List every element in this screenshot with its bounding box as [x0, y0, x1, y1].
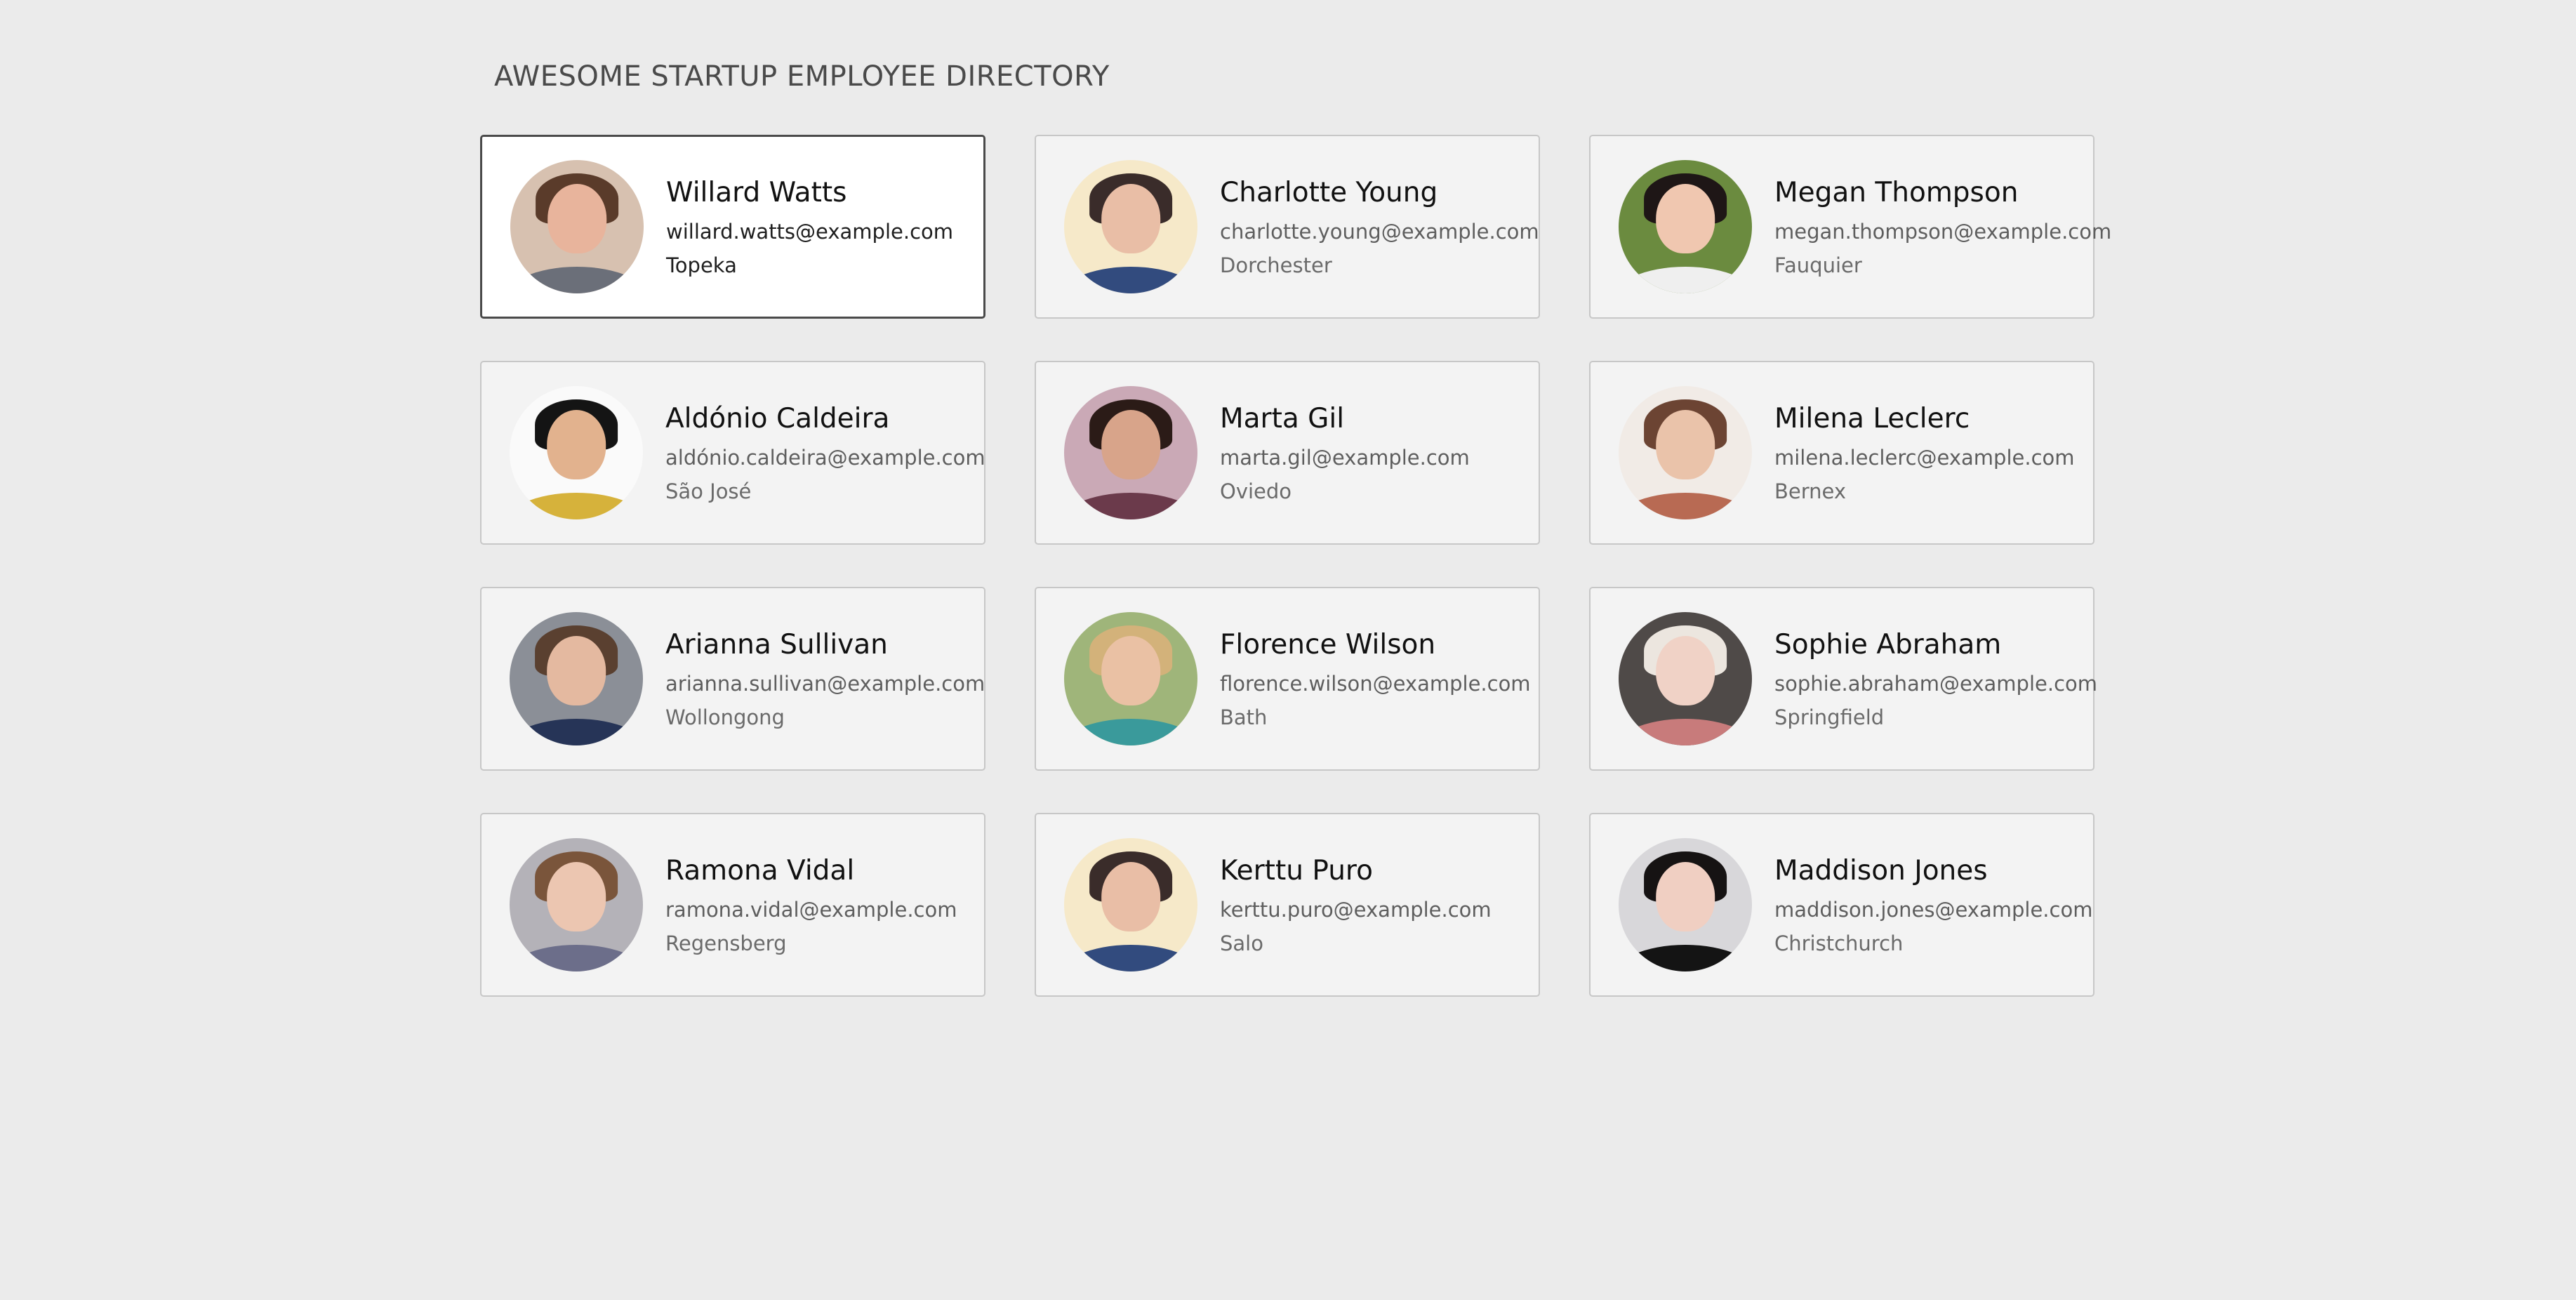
- employee-card[interactable]: Florence Wilson florence.wilson@example.…: [1035, 587, 1540, 771]
- avatar-face: [1656, 862, 1715, 931]
- employee-info: Marta Gil marta.gil@example.com Oviedo: [1220, 403, 1470, 503]
- avatar-shirt: [1064, 493, 1197, 519]
- avatar: [1619, 386, 1752, 519]
- employee-name: Arianna Sullivan: [665, 628, 888, 661]
- employee-city: Oviedo: [1220, 479, 1292, 503]
- avatar: [1064, 386, 1197, 519]
- employee-name: Aldónio Caldeira: [665, 402, 890, 435]
- avatar-shirt: [1619, 945, 1752, 971]
- employee-name: Megan Thompson: [1774, 176, 2019, 208]
- employee-city: Bath: [1220, 705, 1268, 729]
- avatar-face: [1101, 636, 1160, 705]
- employee-card[interactable]: Aldónio Caldeira aldónio.caldeira@exampl…: [480, 361, 985, 545]
- employee-info: Charlotte Young charlotte.young@example.…: [1220, 177, 1539, 277]
- avatar-shirt: [1064, 719, 1197, 745]
- avatar: [1064, 160, 1197, 293]
- avatar-shirt: [1064, 267, 1197, 293]
- employee-city: São José: [665, 479, 752, 503]
- employee-email: milena.leclerc@example.com: [1774, 445, 2075, 470]
- avatar: [510, 838, 643, 971]
- employee-card[interactable]: Sophie Abraham sophie.abraham@example.co…: [1589, 587, 2097, 771]
- employee-card[interactable]: Megan Thompson megan.thompson@example.co…: [1589, 135, 2111, 319]
- employee-name: Milena Leclerc: [1774, 402, 1970, 435]
- employee-city: Topeka: [666, 253, 737, 277]
- employee-email: megan.thompson@example.com: [1774, 219, 2112, 244]
- employee-email: marta.gil@example.com: [1220, 445, 1470, 470]
- employee-email: sophie.abraham@example.com: [1774, 671, 2098, 696]
- avatar-face: [1656, 410, 1715, 479]
- employee-info: Milena Leclerc milena.leclerc@example.co…: [1774, 403, 2075, 503]
- employee-info: Sophie Abraham sophie.abraham@example.co…: [1774, 629, 2097, 729]
- employee-info: Arianna Sullivan arianna.sullivan@exampl…: [665, 629, 985, 729]
- avatar-shirt: [1619, 493, 1752, 519]
- avatar: [1619, 612, 1752, 745]
- employee-name: Florence Wilson: [1220, 628, 1436, 661]
- avatar-face: [1101, 184, 1160, 253]
- employee-email: aldónio.caldeira@example.com: [665, 445, 985, 470]
- employee-name: Willard Watts: [666, 176, 847, 208]
- employee-card[interactable]: Milena Leclerc milena.leclerc@example.co…: [1589, 361, 2094, 545]
- employee-card[interactable]: Arianna Sullivan arianna.sullivan@exampl…: [480, 587, 985, 771]
- employee-card[interactable]: Maddison Jones maddison.jones@example.co…: [1589, 813, 2094, 997]
- avatar: [1064, 612, 1197, 745]
- avatar-shirt: [1619, 267, 1752, 293]
- employee-city: Salo: [1220, 931, 1263, 955]
- avatar-shirt: [1064, 945, 1197, 971]
- employee-info: Florence Wilson florence.wilson@example.…: [1220, 629, 1531, 729]
- avatar-face: [1101, 862, 1160, 931]
- employee-city: Wollongong: [665, 705, 785, 729]
- employee-email: maddison.jones@example.com: [1774, 897, 2093, 922]
- employee-email: ramona.vidal@example.com: [665, 897, 957, 922]
- employee-city: Dorchester: [1220, 253, 1332, 277]
- page-title: AWESOME STARTUP EMPLOYEE DIRECTORY: [494, 60, 1110, 93]
- employee-city: Regensberg: [665, 931, 787, 955]
- avatar-face: [547, 636, 606, 705]
- employee-info: Megan Thompson megan.thompson@example.co…: [1774, 177, 2111, 277]
- avatar-shirt: [510, 493, 643, 519]
- avatar-face: [1656, 636, 1715, 705]
- avatar-face: [547, 410, 606, 479]
- employee-city: Fauquier: [1774, 253, 1862, 277]
- employee-name: Ramona Vidal: [665, 854, 855, 887]
- employee-name: Sophie Abraham: [1774, 628, 2002, 661]
- page: AWESOME STARTUP EMPLOYEE DIRECTORY Willa…: [0, 0, 2576, 1300]
- employee-grid: Willard Watts willard.watts@example.com …: [480, 135, 2111, 997]
- avatar-shirt: [510, 267, 644, 293]
- employee-name: Marta Gil: [1220, 402, 1345, 435]
- employee-city: Christchurch: [1774, 931, 1904, 955]
- avatar: [1619, 838, 1752, 971]
- avatar-shirt: [510, 945, 643, 971]
- employee-card[interactable]: Ramona Vidal ramona.vidal@example.com Re…: [480, 813, 985, 997]
- employee-card[interactable]: Marta Gil marta.gil@example.com Oviedo: [1035, 361, 1540, 545]
- employee-email: kerttu.puro@example.com: [1220, 897, 1492, 922]
- employee-email: charlotte.young@example.com: [1220, 219, 1539, 244]
- employee-info: Maddison Jones maddison.jones@example.co…: [1774, 855, 2092, 955]
- employee-info: Kerttu Puro kerttu.puro@example.com Salo: [1220, 855, 1492, 955]
- avatar-face: [547, 184, 606, 253]
- employee-email: florence.wilson@example.com: [1220, 671, 1531, 696]
- avatar: [510, 386, 643, 519]
- avatar-face: [1656, 184, 1715, 253]
- employee-card[interactable]: Willard Watts willard.watts@example.com …: [480, 135, 985, 319]
- avatar: [1064, 838, 1197, 971]
- employee-info: Ramona Vidal ramona.vidal@example.com Re…: [665, 855, 957, 955]
- avatar: [1619, 160, 1752, 293]
- employee-card[interactable]: Charlotte Young charlotte.young@example.…: [1035, 135, 1540, 319]
- avatar: [510, 160, 644, 293]
- employee-card[interactable]: Kerttu Puro kerttu.puro@example.com Salo: [1035, 813, 1540, 997]
- employee-email: willard.watts@example.com: [666, 219, 954, 244]
- employee-name: Maddison Jones: [1774, 854, 1988, 887]
- avatar-shirt: [510, 719, 643, 745]
- employee-info: Aldónio Caldeira aldónio.caldeira@exampl…: [665, 403, 985, 503]
- employee-email: arianna.sullivan@example.com: [665, 671, 985, 696]
- employee-city: Springfield: [1774, 705, 1885, 729]
- employee-city: Bernex: [1774, 479, 1847, 503]
- employee-name: Kerttu Puro: [1220, 854, 1373, 887]
- avatar-face: [1101, 410, 1160, 479]
- employee-name: Charlotte Young: [1220, 176, 1438, 208]
- avatar-face: [547, 862, 606, 931]
- avatar: [510, 612, 643, 745]
- employee-info: Willard Watts willard.watts@example.com …: [666, 177, 953, 277]
- avatar-shirt: [1619, 719, 1752, 745]
